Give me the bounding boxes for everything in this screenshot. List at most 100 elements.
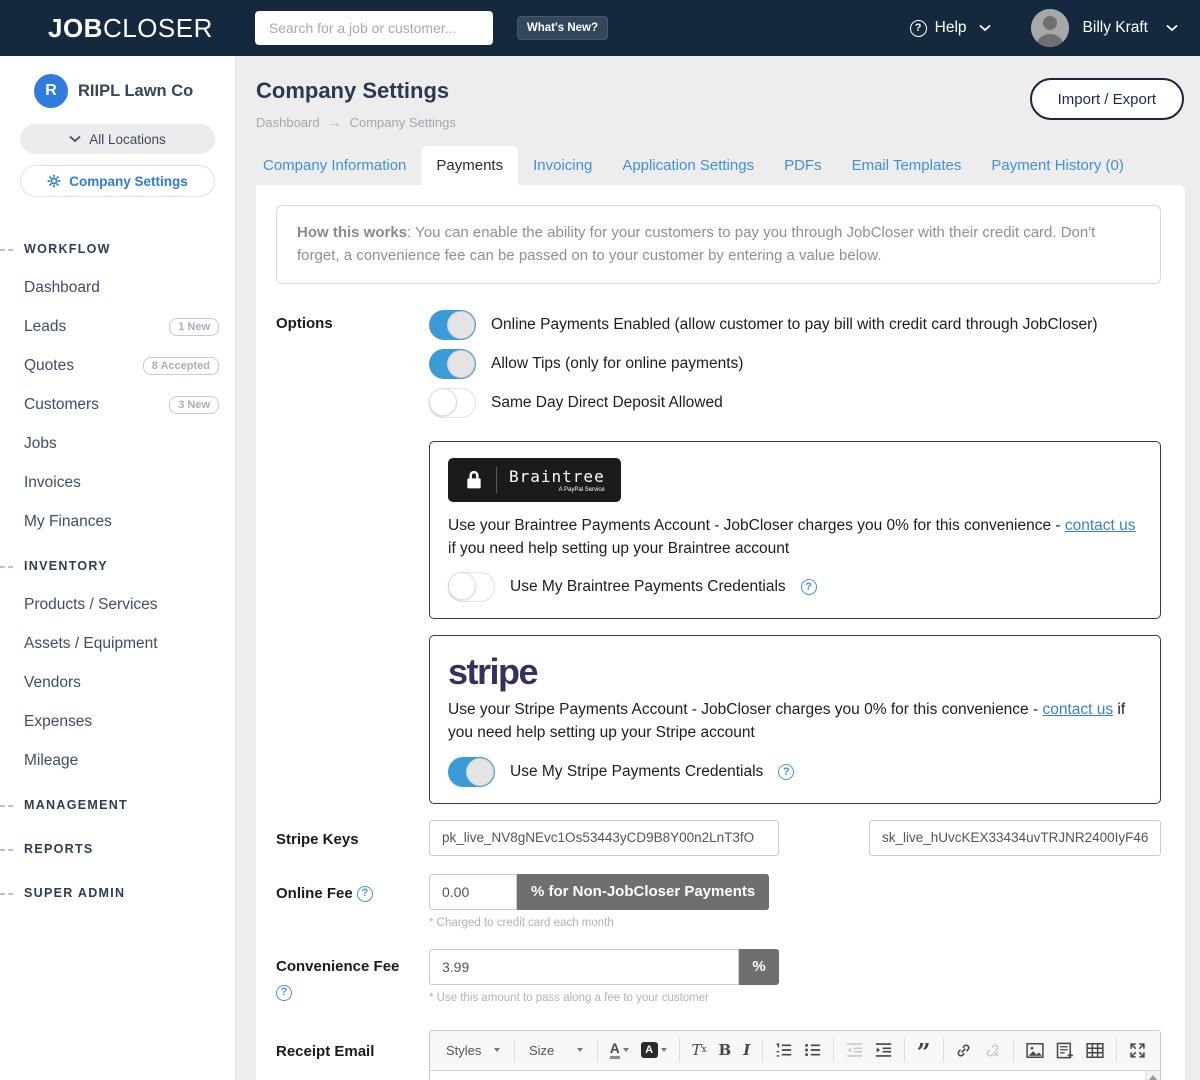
gear-icon [47,174,61,188]
online-fee-footnote: * Charged to credit card each month [429,917,1161,929]
editor-scrollbar[interactable] [1145,1071,1160,1080]
help-circle-icon[interactable]: ? [801,579,817,595]
online-payments-toggle[interactable] [429,310,476,340]
help-circle-icon[interactable]: ? [357,886,373,902]
sidebar-item-leads[interactable]: Leads1 New [0,307,235,346]
stripe-secret-key-input[interactable] [869,820,1161,856]
breadcrumb: Dashboard → Company Settings [256,114,456,130]
sidebar-item-products-services[interactable]: Products / Services [0,585,235,624]
braintree-logo: Braintree A PayPal Service [448,458,621,502]
size-dropdown[interactable]: Size [521,1039,591,1062]
user-name[interactable]: Billy Kraft [1083,19,1148,37]
braintree-logo-text: Braintree [509,467,605,486]
stripe-credentials-toggle[interactable] [448,757,495,787]
search-input[interactable] [255,11,493,45]
tab-payment-history[interactable]: Payment History (0) [976,146,1139,185]
status-badge: 1 New [169,318,219,336]
caret-down-icon [494,1048,500,1052]
braintree-panel: Braintree A PayPal Service Use your Brai… [429,441,1161,620]
tab-invoicing[interactable]: Invoicing [518,146,607,185]
settings-tabs: Company Information Payments Invoicing A… [236,146,1200,185]
online-fee-input[interactable] [429,874,517,910]
editor-text[interactable]: Hi {customer-name}, [430,1071,1160,1080]
toolbar-divider [943,1038,944,1062]
insert-template-button[interactable] [1050,1039,1080,1062]
background-color-button[interactable]: A [635,1039,673,1061]
image-button[interactable] [1020,1039,1050,1062]
ordered-list-button[interactable] [769,1039,798,1061]
sidebar-section-inventory[interactable]: INVENTORY [0,547,235,585]
sidebar-section-management[interactable]: MANAGEMENT [0,786,235,824]
help-circle-icon[interactable]: ? [778,764,794,780]
link-button[interactable] [949,1039,978,1062]
styles-dropdown[interactable]: Styles [438,1039,508,1062]
sidebar-section-workflow[interactable]: WORKFLOW [0,230,235,268]
tab-payments[interactable]: Payments [421,146,518,185]
braintree-contact-us-link[interactable]: contact us [1065,517,1136,534]
sidebar-item-invoices[interactable]: Invoices [0,463,235,502]
company-settings-button[interactable]: Company Settings [20,165,215,197]
receipt-email-editor: Styles Size A A Tx B I [429,1030,1161,1080]
toggle-knob [448,572,476,600]
caret-down-icon [661,1048,667,1052]
sidebar-item-jobs[interactable]: Jobs [0,424,235,463]
toolbar-divider [1116,1038,1117,1062]
maximize-button[interactable] [1123,1039,1152,1062]
sidebar-item-vendors[interactable]: Vendors [0,663,235,702]
note-text: : You can enable the ability for your cu… [297,224,1095,264]
braintree-credentials-toggle[interactable] [448,572,495,602]
stripe-publishable-key-input[interactable] [429,820,779,856]
section-dash-icon [0,566,13,568]
sidebar-item-assets-equipment[interactable]: Assets / Equipment [0,624,235,663]
blockquote-button[interactable]: ” [911,1038,937,1063]
unlink-button[interactable] [978,1039,1007,1062]
tab-pdfs[interactable]: PDFs [769,146,837,185]
allow-tips-toggle[interactable] [429,349,476,379]
online-payments-toggle-label: Online Payments Enabled (allow customer … [491,316,1098,334]
logo-light: CLOSER [103,13,213,43]
scroll-up-arrow[interactable] [1146,1071,1160,1080]
company-identity: R RIIPL Lawn Co [34,74,215,108]
convenience-fee-input[interactable] [429,949,739,985]
stripe-description: Use your Stripe Payments Account - JobCl… [448,698,1142,745]
sidebar-item-quotes[interactable]: Quotes8 Accepted [0,346,235,385]
receipt-email-label: Receipt Email [276,1030,429,1080]
import-export-button[interactable]: Import / Export [1030,78,1184,120]
tab-application-settings[interactable]: Application Settings [607,146,769,185]
section-dash-icon [0,849,13,851]
section-dash-icon [0,805,13,807]
editor-content-area[interactable]: Hi {customer-name}, [430,1071,1160,1080]
tab-company-information[interactable]: Company Information [248,146,421,185]
stripe-contact-us-link[interactable]: contact us [1042,701,1113,718]
help-menu[interactable]: ? Help [910,19,991,37]
same-day-deposit-toggle[interactable] [429,388,476,418]
sidebar-item-my-finances[interactable]: My Finances [0,502,235,541]
breadcrumb-dashboard[interactable]: Dashboard [256,115,320,130]
bullet-list-button[interactable] [798,1039,827,1061]
toolbar-divider [1013,1038,1014,1062]
online-fee-addon: % for Non-JobCloser Payments [517,874,769,910]
outdent-button[interactable] [840,1039,869,1061]
remove-format-button[interactable]: Tx [685,1038,712,1062]
tab-email-templates[interactable]: Email Templates [837,146,977,185]
all-locations-label: All Locations [89,132,166,147]
sidebar-item-dashboard[interactable]: Dashboard [0,268,235,307]
text-color-button[interactable]: A [604,1039,635,1062]
avatar[interactable] [1031,9,1069,47]
table-button[interactable] [1080,1039,1110,1062]
all-locations-dropdown[interactable]: All Locations [20,124,215,154]
sidebar-section-reports[interactable]: REPORTS [0,830,235,868]
status-badge: 3 New [169,396,219,414]
sidebar-item-expenses[interactable]: Expenses [0,702,235,741]
sidebar-item-mileage[interactable]: Mileage [0,741,235,780]
toolbar-divider [597,1038,598,1062]
italic-button[interactable]: I [737,1038,756,1062]
indent-button[interactable] [869,1039,898,1061]
allow-tips-toggle-label: Allow Tips (only for online payments) [491,355,743,373]
bold-button[interactable]: B [713,1038,738,1062]
whats-new-button[interactable]: What's New? [517,16,608,40]
caret-down-icon [623,1048,629,1052]
sidebar-section-super-admin[interactable]: SUPER ADMIN [0,874,235,912]
sidebar-item-customers[interactable]: Customers3 New [0,385,235,424]
help-circle-icon[interactable]: ? [276,985,292,1001]
